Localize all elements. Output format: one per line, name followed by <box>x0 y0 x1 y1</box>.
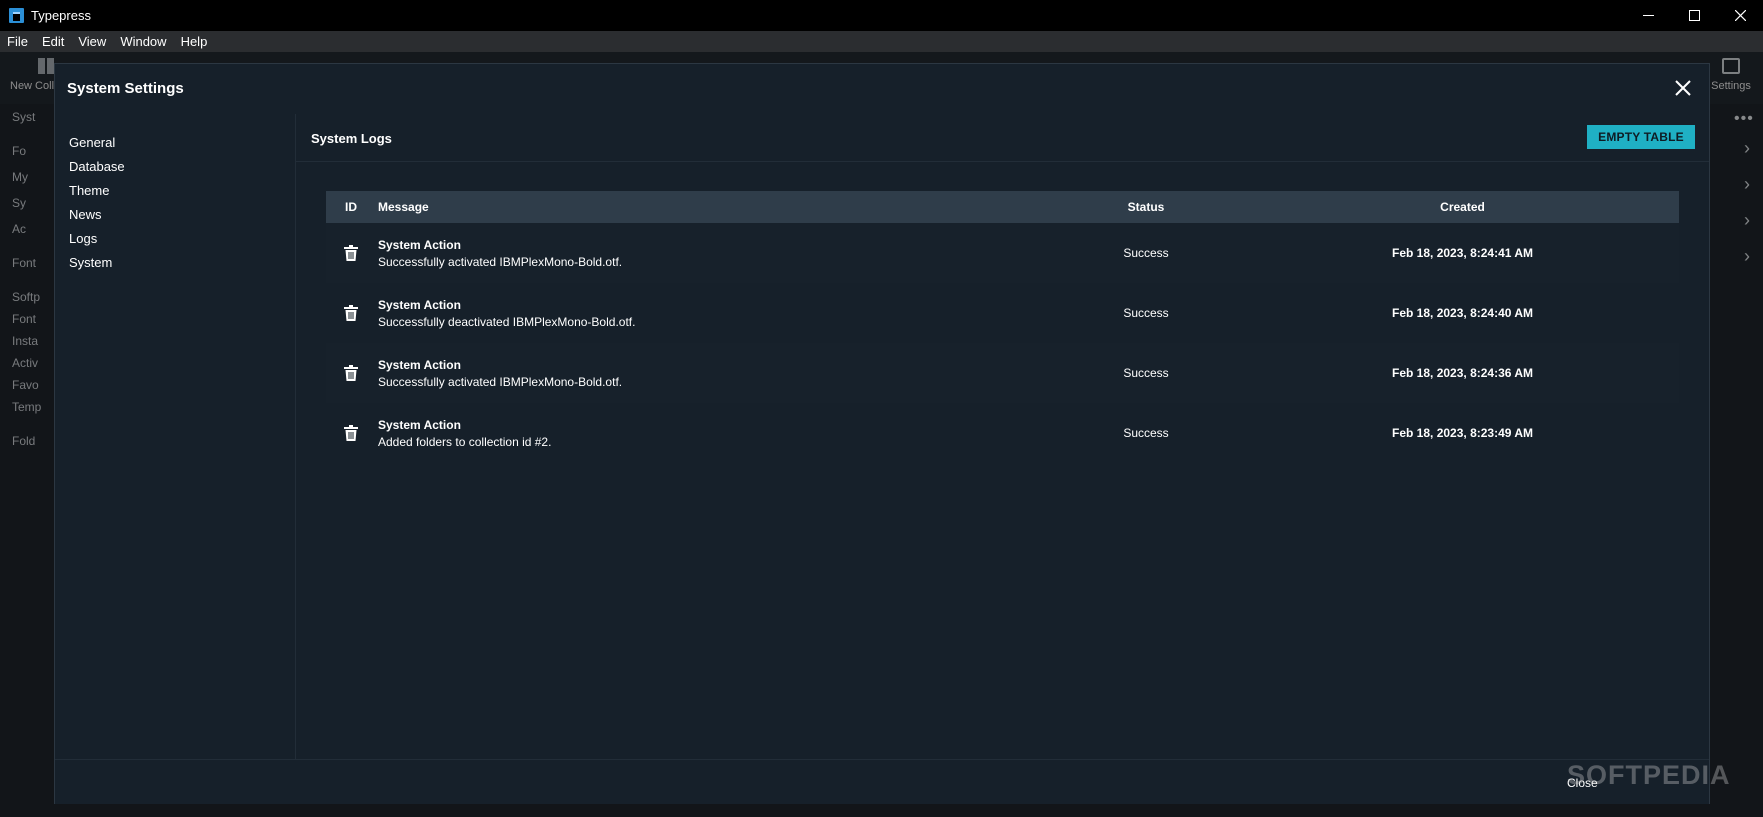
column-header-created: Created <box>1440 200 1485 214</box>
message-text: Successfully activated IBMPlexMono-Bold.… <box>378 254 623 269</box>
table-row: System Action Added folders to collectio… <box>326 403 1679 463</box>
message-text: Successfully activated IBMPlexMono-Bold.… <box>378 374 623 389</box>
menu-window[interactable]: Window <box>113 34 173 49</box>
message-cell: System Action Successfully activated IBM… <box>378 238 1046 269</box>
empty-table-button[interactable]: EMPTY TABLE <box>1587 125 1695 149</box>
status-cell: Success <box>1123 246 1169 260</box>
delete-log-button[interactable] <box>326 305 378 321</box>
logs-table: ID Message Status Created System Action … <box>326 191 1679 463</box>
trash-icon <box>344 365 358 381</box>
softpedia-watermark: SOFTPEDIA <box>1567 760 1731 790</box>
created-cell: Feb 18, 2023, 8:23:49 AM <box>1392 426 1533 440</box>
table-row: System Action Successfully deactivated I… <box>326 283 1679 343</box>
delete-log-button[interactable] <box>326 425 378 441</box>
message-cell: System Action Successfully activated IBM… <box>378 358 1046 389</box>
status-cell: Success <box>1123 306 1169 320</box>
status-cell: Success <box>1123 366 1169 380</box>
message-title: System Action <box>378 297 461 312</box>
menu-file[interactable]: File <box>0 34 35 49</box>
nav-news[interactable]: News <box>69 207 102 222</box>
window-controls <box>1625 0 1763 31</box>
menu-edit[interactable]: Edit <box>35 34 71 49</box>
app-logo-icon <box>9 8 24 23</box>
section-title: System Logs <box>311 131 392 146</box>
trash-icon <box>344 245 358 261</box>
nav-theme[interactable]: Theme <box>69 183 109 198</box>
logs-panel-header: System Logs EMPTY TABLE <box>296 114 1709 162</box>
table-body: System Action Successfully activated IBM… <box>326 223 1679 463</box>
message-title: System Action <box>378 237 461 252</box>
delete-log-button[interactable] <box>326 365 378 381</box>
dialog-footer: Close <box>55 759 1709 804</box>
status-cell: Success <box>1123 426 1169 440</box>
column-header-status: Status <box>1127 200 1165 214</box>
table-row: System Action Successfully activated IBM… <box>326 223 1679 283</box>
nav-general[interactable]: General <box>69 135 115 150</box>
created-cell: Feb 18, 2023, 8:24:41 AM <box>1392 246 1533 260</box>
nav-system[interactable]: System <box>69 255 112 270</box>
dialog-header: System Settings <box>55 64 1709 115</box>
dialog-close-icon[interactable] <box>1671 76 1695 100</box>
column-header-message: Message <box>378 200 429 214</box>
menu-help[interactable]: Help <box>174 34 215 49</box>
menu-view[interactable]: View <box>71 34 113 49</box>
maximize-icon[interactable] <box>1671 0 1717 31</box>
message-text: Added folders to collection id #2. <box>378 434 552 449</box>
message-cell: System Action Successfully deactivated I… <box>378 298 1046 329</box>
settings-nav: General Database Theme News Logs System <box>55 114 296 759</box>
nav-logs[interactable]: Logs <box>69 231 97 246</box>
menu-bar: File Edit View Window Help <box>0 31 1763 52</box>
window-title: Typepress <box>31 8 91 23</box>
created-cell: Feb 18, 2023, 8:24:40 AM <box>1392 306 1533 320</box>
message-text: Successfully deactivated IBMPlexMono-Bol… <box>378 314 636 329</box>
trash-icon <box>344 425 358 441</box>
message-title: System Action <box>378 357 461 372</box>
message-title: System Action <box>378 417 461 432</box>
column-header-id: ID <box>345 200 357 214</box>
message-cell: System Action Added folders to collectio… <box>378 418 1046 449</box>
delete-log-button[interactable] <box>326 245 378 261</box>
system-settings-dialog: System Settings General Database Theme N… <box>54 63 1710 804</box>
table-row: System Action Successfully activated IBM… <box>326 343 1679 403</box>
created-cell: Feb 18, 2023, 8:24:36 AM <box>1392 366 1533 380</box>
title-bar: Typepress <box>0 0 1763 31</box>
nav-database[interactable]: Database <box>69 159 125 174</box>
logs-panel: System Logs EMPTY TABLE ID Message Statu… <box>296 114 1709 759</box>
trash-icon <box>344 305 358 321</box>
table-header: ID Message Status Created <box>326 191 1679 223</box>
dialog-title: System Settings <box>67 80 184 97</box>
close-icon[interactable] <box>1717 0 1763 31</box>
minimize-icon[interactable] <box>1625 0 1671 31</box>
